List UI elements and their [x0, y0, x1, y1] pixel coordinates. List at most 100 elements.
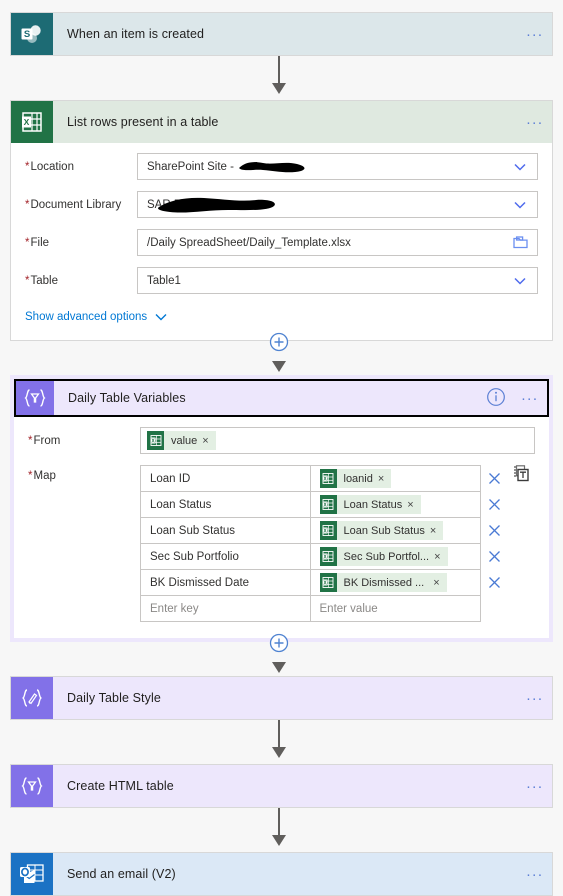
- outlook-icon: [11, 853, 53, 895]
- map-value-input[interactable]: X BK Dismissed ... ×: [311, 570, 481, 595]
- folder-picker-icon[interactable]: [513, 236, 528, 249]
- connector-arrow: [10, 808, 553, 852]
- field-label: *Table: [25, 274, 58, 287]
- required-asterisk: *: [25, 274, 30, 287]
- map-value-input[interactable]: X loanid ×: [311, 466, 481, 491]
- delete-row-button[interactable]: [481, 569, 507, 595]
- excel-token-icon: X: [319, 495, 337, 514]
- map-value-input[interactable]: X Loan Status ×: [311, 492, 481, 517]
- map-key-input[interactable]: Loan Status: [141, 492, 311, 517]
- flow-step-card-send-an-email[interactable]: Send an email (V2) ...: [10, 852, 553, 896]
- map-new-value-input[interactable]: Enter value: [311, 596, 481, 621]
- file-field[interactable]: /Daily SpreadSheet/Daily_Template.xlsx: [137, 229, 538, 256]
- delete-row-button[interactable]: [481, 517, 507, 543]
- token-label: Sec Sub Portfol...: [343, 550, 430, 563]
- map-value-input[interactable]: X Loan Sub Status ×: [311, 518, 481, 543]
- step-menu-button[interactable]: ...: [518, 24, 552, 44]
- table-field[interactable]: Table1: [137, 267, 538, 294]
- step-menu-button[interactable]: ...: [513, 388, 547, 408]
- step-menu-button[interactable]: ...: [518, 864, 552, 884]
- required-asterisk: *: [28, 434, 33, 447]
- dynamic-content-token[interactable]: X Loan Status ×: [319, 495, 421, 514]
- token-label: Loan Status: [343, 498, 403, 511]
- show-advanced-options-link[interactable]: Show advanced options: [25, 310, 168, 324]
- braces-pencil-icon: [11, 677, 53, 719]
- token-remove-button[interactable]: ×: [430, 525, 443, 537]
- redaction-mark: [156, 194, 281, 216]
- step-menu-button[interactable]: ...: [518, 112, 552, 132]
- token-remove-button[interactable]: ×: [202, 435, 215, 447]
- chevron-down-icon[interactable]: [513, 160, 527, 174]
- field-label: *From: [28, 434, 61, 447]
- field-row-from: *From X value ×: [28, 427, 535, 454]
- card-header[interactable]: Create HTML table ...: [11, 765, 552, 807]
- field-value: SharePoint Site -: [147, 158, 513, 176]
- delete-row-button[interactable]: [481, 465, 507, 491]
- dynamic-content-token[interactable]: X loanid ×: [319, 469, 392, 488]
- info-icon[interactable]: [485, 386, 509, 410]
- chevron-down-icon[interactable]: [513, 198, 527, 212]
- required-asterisk: *: [25, 198, 30, 211]
- map-key-input[interactable]: BK Dismissed Date: [141, 570, 311, 595]
- field-value: Table1: [147, 274, 181, 287]
- chevron-down-icon: [154, 310, 168, 324]
- map-key-input[interactable]: Loan Sub Status: [141, 518, 311, 543]
- excel-icon: X: [11, 101, 53, 143]
- connector-with-add-step: [10, 633, 553, 676]
- flow-step-card-daily-table-variables[interactable]: Daily Table Variables ... *From X value …: [10, 375, 553, 642]
- map-row: Loan Sub Status X Loan Sub Status ×: [141, 518, 480, 544]
- from-field[interactable]: X value ×: [140, 427, 535, 454]
- flow-step-card-daily-table-style[interactable]: Daily Table Style ...: [10, 676, 553, 720]
- dynamic-content-token[interactable]: X Loan Sub Status ×: [319, 521, 444, 540]
- step-title: Daily Table Variables: [68, 391, 186, 405]
- svg-text:S: S: [24, 29, 30, 40]
- map-key-input[interactable]: Sec Sub Portfolio: [141, 544, 311, 569]
- token-label: BK Dismissed ...: [343, 576, 425, 589]
- token-remove-button[interactable]: ×: [378, 473, 391, 485]
- location-field[interactable]: SharePoint Site -: [137, 153, 538, 180]
- card-header[interactable]: S When an item is created ...: [11, 13, 552, 55]
- token-remove-button[interactable]: ×: [407, 499, 420, 511]
- card-header[interactable]: Daily Table Style ...: [11, 677, 552, 719]
- excel-token-icon: X: [319, 573, 337, 592]
- step-title: Send an email (V2): [67, 867, 176, 881]
- delete-row-button[interactable]: [481, 543, 507, 569]
- document-library-field[interactable]: SAR D: [137, 191, 538, 218]
- step-menu-button[interactable]: ...: [518, 688, 552, 708]
- flow-canvas: S When an item is created ... X List row…: [0, 0, 563, 896]
- dynamic-content-token[interactable]: X BK Dismissed ... ×: [319, 573, 447, 592]
- chevron-down-icon[interactable]: [513, 274, 527, 288]
- step-menu-button[interactable]: ...: [518, 776, 552, 796]
- map-row: BK Dismissed Date X BK Dismissed ... ×: [141, 570, 480, 596]
- step-title: List rows present in a table: [67, 115, 219, 129]
- map-row: Sec Sub Portfolio X Sec Sub Portfol... ×: [141, 544, 480, 570]
- card-header[interactable]: Daily Table Variables ...: [14, 379, 549, 417]
- field-value: X value ×: [147, 431, 528, 450]
- token-remove-button[interactable]: ×: [429, 577, 446, 589]
- field-row-location: *Location SharePoint Site -: [25, 153, 538, 180]
- add-step-button[interactable]: [268, 331, 290, 353]
- field-row-table: *Table Table1: [25, 267, 538, 294]
- field-row-map: *Map Loan ID X loanid × Loan Status X Lo…: [28, 465, 535, 622]
- token-label: Loan Sub Status: [343, 524, 425, 537]
- link-label: Show advanced options: [25, 311, 148, 323]
- field-row-document-library: *Document Library SAR D: [25, 191, 538, 218]
- map-new-key-input[interactable]: Enter key: [141, 596, 311, 621]
- map-key-input[interactable]: Loan ID: [141, 466, 311, 491]
- paste-text-icon[interactable]: [507, 465, 535, 483]
- flow-step-card-create-html-table[interactable]: Create HTML table ...: [10, 764, 553, 808]
- required-asterisk: *: [25, 160, 30, 173]
- card-header[interactable]: Send an email (V2) ...: [11, 853, 552, 895]
- delete-row-button[interactable]: [481, 491, 507, 517]
- map-value-input[interactable]: X Sec Sub Portfol... ×: [311, 544, 481, 569]
- excel-token-icon: X: [319, 469, 337, 488]
- card-header[interactable]: X List rows present in a table ...: [11, 101, 552, 143]
- dynamic-content-token[interactable]: X value ×: [147, 431, 216, 450]
- connector-with-add-step: [10, 332, 553, 375]
- token-remove-button[interactable]: ×: [434, 551, 447, 563]
- flow-step-card-list-rows-excel[interactable]: X List rows present in a table ... *Loca…: [10, 100, 553, 341]
- add-step-button[interactable]: [268, 632, 290, 654]
- flow-step-card-trigger-sharepoint[interactable]: S When an item is created ...: [10, 12, 553, 56]
- map-table: Loan ID X loanid × Loan Status X Loan St…: [140, 465, 481, 622]
- dynamic-content-token[interactable]: X Sec Sub Portfol... ×: [319, 547, 448, 566]
